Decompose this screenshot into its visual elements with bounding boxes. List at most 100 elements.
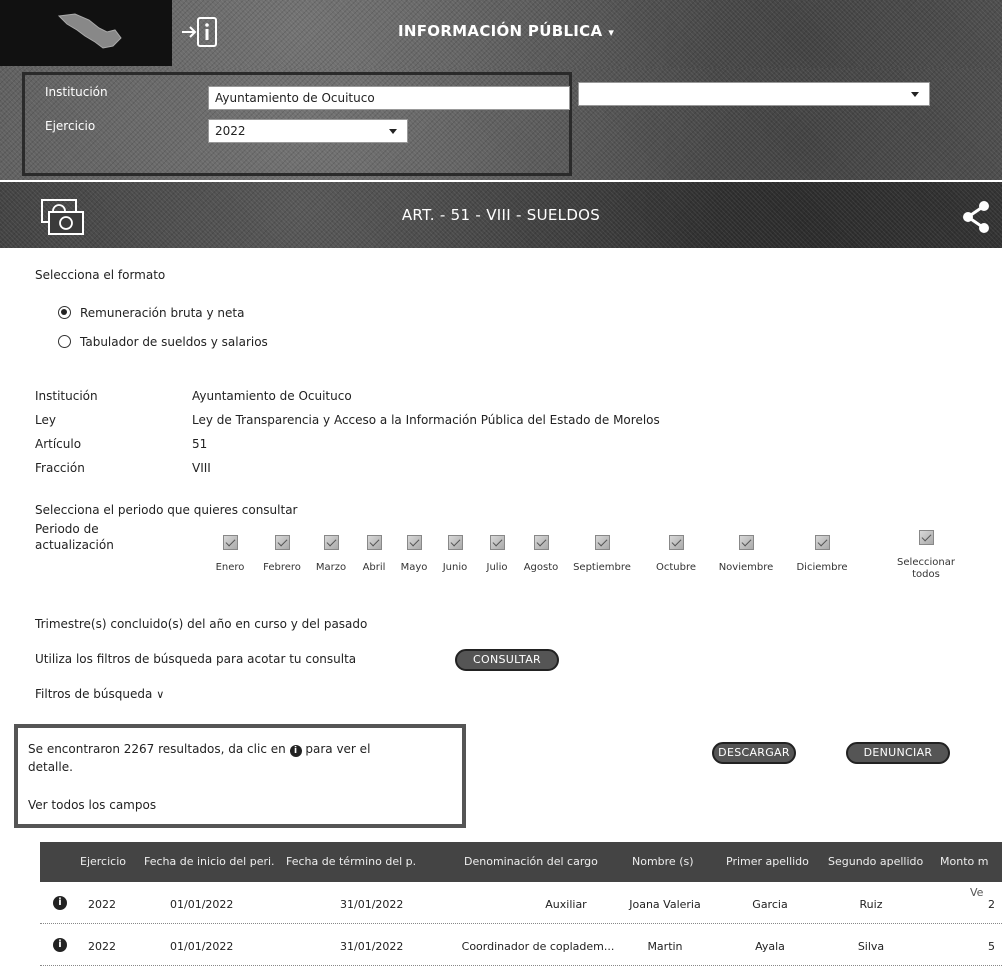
detail-label-fraccion: Fracción <box>35 461 85 475</box>
table-row: i 2022 01/01/2022 31/01/2022 Auxiliar Jo… <box>40 884 1002 924</box>
section-bar: ART. - 51 - VIII - SUELDOS <box>0 182 1002 248</box>
descargar-button[interactable]: DESCARGAR <box>712 742 796 764</box>
col-nombre[interactable]: Nombre (s) <box>632 855 702 868</box>
cell-monto: 2 <box>988 898 995 911</box>
consultar-button[interactable]: CONSULTAR <box>455 649 559 671</box>
ejercicio-label: Ejercicio <box>45 119 96 133</box>
checkbox-icon <box>323 535 339 550</box>
chevron-down-icon: ▾ <box>608 26 615 39</box>
cell-segundo-apellido: Silva <box>857 940 885 953</box>
cell-fecha-termino: 31/01/2022 <box>340 940 404 953</box>
mexico-map-icon <box>57 13 122 49</box>
detail-value-ley: Ley de Transparencia y Acceso a la Infor… <box>192 413 660 427</box>
filter-group: Institución Ayuntamiento de Ocuituco Eje… <box>22 72 572 176</box>
results-summary: Se encontraron 2267 resultados, da clic … <box>14 724 466 828</box>
detail-label-ley: Ley <box>35 413 56 427</box>
month-septiembre[interactable]: Septiembre <box>567 535 637 574</box>
filter-panel: Institución Ayuntamiento de Ocuituco Eje… <box>0 68 1002 180</box>
detail-label-articulo: Artículo <box>35 437 82 451</box>
page-title: INFORMACIÓN PÚBLICA <box>398 22 603 40</box>
section-title: ART. - 51 - VIII - SUELDOS <box>401 206 601 224</box>
periodo-label-line2: actualización <box>35 538 114 552</box>
share-icon[interactable] <box>960 200 992 234</box>
cell-primer-apellido: Garcia <box>752 898 788 911</box>
cell-monto: 5 <box>988 940 995 953</box>
checkbox-icon <box>222 535 238 550</box>
month-octubre[interactable]: Octubre <box>644 535 708 574</box>
col-denominacion[interactable]: Denominación del cargo <box>464 855 600 868</box>
radio-remuneracion-label: Remuneración bruta y neta <box>80 306 245 320</box>
table-header: Ejercicio Fecha de inicio del peri... Fe… <box>40 842 1002 882</box>
checkbox-icon <box>814 535 830 550</box>
checkbox-icon <box>594 535 610 550</box>
cell-fecha-inicio: 01/01/2022 <box>170 898 234 911</box>
top-header: INFORMACIÓN PÚBLICA ▾ <box>0 0 1002 68</box>
institucion-select[interactable]: Ayuntamiento de Ocuituco <box>208 86 570 110</box>
col-monto[interactable]: Monto m <box>940 855 1002 868</box>
cell-denominacion: Coordinador de copladem... <box>461 940 615 953</box>
month-enero[interactable]: Enero <box>200 535 260 574</box>
trimestre-text: Trimestre(s) concluido(s) del año en cur… <box>35 617 368 631</box>
filtros-instruction: Utiliza los filtros de búsqueda para aco… <box>35 652 357 666</box>
col-ejercicio[interactable]: Ejercicio <box>80 855 126 868</box>
checkbox-icon <box>366 535 382 550</box>
results-line1-after: para ver el <box>305 742 371 756</box>
month-noviembre[interactable]: Noviembre <box>708 535 784 574</box>
ver-todos-campos-link[interactable]: Ver todos los campos <box>28 798 156 812</box>
logo[interactable] <box>0 0 172 66</box>
cell-fecha-inicio: 01/01/2022 <box>170 940 234 953</box>
overlay-text: Ve <box>970 886 984 899</box>
chevron-down-icon: ∨ <box>156 688 165 701</box>
filtros-busqueda-label: Filtros de búsqueda <box>35 687 153 701</box>
periodo-label-line1: Periodo de <box>35 522 99 536</box>
formato-heading: Selecciona el formato <box>35 268 166 282</box>
cell-denominacion: Auxiliar <box>545 898 587 911</box>
detail-value-articulo: 51 <box>192 437 208 451</box>
cell-primer-apellido: Ayala <box>755 940 785 953</box>
caret-down-icon <box>389 129 397 134</box>
checkbox-icon <box>533 535 549 550</box>
informacion-publica-menu[interactable]: INFORMACIÓN PÚBLICA ▾ <box>398 22 614 40</box>
detail-value-institucion: Ayuntamiento de Ocuituco <box>192 389 352 403</box>
checkbox-icon <box>489 535 505 550</box>
cell-ejercicio: 2022 <box>88 898 116 911</box>
cell-nombre: Joana Valeria <box>629 898 701 911</box>
select-all-months[interactable]: Seleccionar todos <box>886 530 966 581</box>
detail-label-institucion: Institución <box>35 389 98 403</box>
denunciar-button[interactable]: DENUNCIAR <box>846 742 950 764</box>
institucion-label: Institución <box>45 85 108 99</box>
checkbox-icon <box>738 535 754 550</box>
radio-remuneracion[interactable] <box>58 306 71 319</box>
cell-ejercicio: 2022 <box>88 940 116 953</box>
radio-tabulador[interactable] <box>58 335 71 348</box>
info-icon[interactable]: i <box>53 896 67 910</box>
info-icon[interactable]: i <box>53 938 67 952</box>
caret-down-icon <box>911 92 919 97</box>
radio-tabulador-label: Tabulador de sueldos y salarios <box>80 335 268 349</box>
info-icon: i <box>289 745 302 757</box>
col-segundo-apellido[interactable]: Segundo apellido <box>828 855 924 868</box>
col-primer-apellido[interactable]: Primer apellido <box>726 855 816 868</box>
table-row: i 2022 01/01/2022 31/01/2022 Coordinador… <box>40 926 1002 966</box>
month-agosto[interactable]: Agosto <box>511 535 571 574</box>
info-door-icon[interactable] <box>180 12 220 52</box>
periodo-heading: Selecciona el periodo que quieres consul… <box>35 503 298 517</box>
cell-fecha-termino: 31/01/2022 <box>340 898 404 911</box>
cell-segundo-apellido: Ruiz <box>859 898 883 911</box>
col-fecha-termino[interactable]: Fecha de término del p... <box>286 855 416 868</box>
checkbox-icon <box>668 535 684 550</box>
secondary-select[interactable] <box>578 82 930 106</box>
checkbox-icon <box>406 535 422 550</box>
col-fecha-inicio[interactable]: Fecha de inicio del peri... <box>144 855 274 868</box>
results-line1: Se encontraron 2267 resultados, da clic … <box>28 742 370 757</box>
ejercicio-value: 2022 <box>215 124 246 138</box>
checkbox-icon <box>447 535 463 550</box>
ejercicio-select[interactable]: 2022 <box>208 119 408 143</box>
checkbox-icon <box>274 535 290 550</box>
institucion-value: Ayuntamiento de Ocuituco <box>215 91 375 105</box>
results-count-text: Se encontraron 2267 resultados, da clic … <box>28 742 286 756</box>
filtros-busqueda-toggle[interactable]: Filtros de búsqueda ∨ <box>35 687 164 701</box>
checkbox-icon <box>918 530 934 545</box>
cell-nombre: Martin <box>647 940 683 953</box>
month-diciembre[interactable]: Diciembre <box>786 535 858 574</box>
